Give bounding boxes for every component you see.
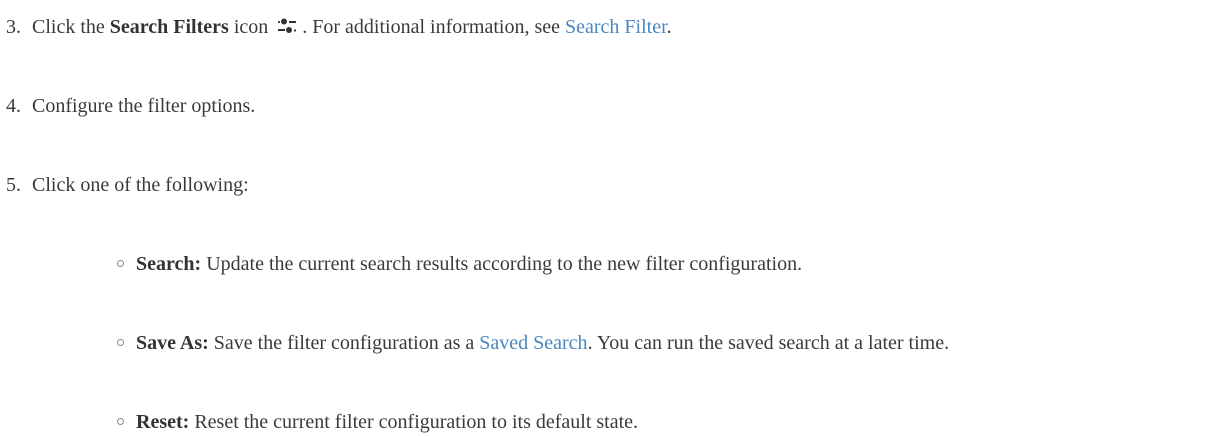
- option-search: Search: Update the current search result…: [117, 250, 803, 278]
- step-text: Click the Search Filters icon . For addi…: [32, 16, 672, 38]
- search-filters-icon: [276, 16, 298, 36]
- step-number: 5.: [6, 174, 21, 196]
- step-5: 5. Click one of the following:: [6, 171, 249, 199]
- option-label: Reset:: [136, 411, 190, 433]
- option-label: Search:: [136, 253, 202, 275]
- bullet-icon: [117, 260, 124, 267]
- step-after-bold: icon: [228, 16, 269, 38]
- saved-search-link[interactable]: Saved Search: [479, 332, 587, 354]
- step-suffix: .: [666, 16, 672, 38]
- step-text: Configure the filter options.: [32, 95, 256, 117]
- option-save-as: Save As: Save the filter configuration a…: [117, 329, 950, 357]
- step-number: 3.: [6, 16, 21, 38]
- option-text: Update the current search results accord…: [201, 253, 803, 275]
- step-after-icon: . For additional information, see: [302, 16, 565, 38]
- search-filters-label: Search Filters: [109, 16, 229, 38]
- step-text: Click one of the following:: [32, 174, 249, 196]
- step-number: 4.: [6, 95, 21, 117]
- bullet-icon: [117, 339, 124, 346]
- option-text-after: . You can run the saved search at a late…: [587, 332, 950, 354]
- option-text: Reset the current filter configuration t…: [189, 411, 639, 433]
- step-3: 3. Click the Search Filters icon . For ad…: [6, 13, 672, 41]
- step-prefix: Click the: [32, 16, 110, 38]
- option-label: Save As:: [136, 332, 209, 354]
- option-reset: Reset: Reset the current filter configur…: [117, 408, 639, 436]
- step-4: 4. Configure the filter options.: [6, 92, 255, 120]
- option-text-before: Save the filter configuration as a: [208, 332, 480, 354]
- bullet-icon: [117, 418, 124, 425]
- search-filter-link[interactable]: Search Filter: [565, 16, 667, 38]
